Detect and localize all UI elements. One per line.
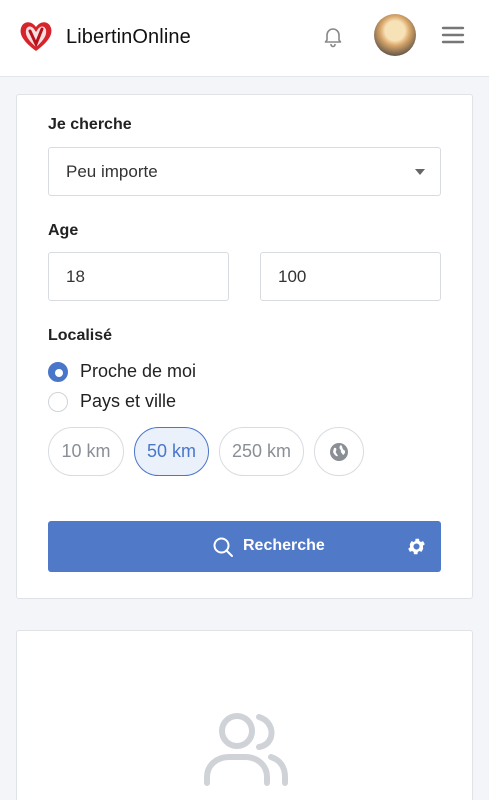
distance-250km[interactable]: 250 km xyxy=(219,427,304,476)
age-label: Age xyxy=(48,222,79,239)
users-icon xyxy=(204,713,288,786)
distance-10km[interactable]: 10 km xyxy=(48,427,124,476)
seeking-select[interactable]: Peu importe xyxy=(48,147,441,196)
radio-near-me[interactable]: Proche de moi xyxy=(48,361,196,382)
results-card xyxy=(16,630,473,800)
radio-country-city-button[interactable] xyxy=(48,391,68,412)
search-button[interactable]: Recherche xyxy=(48,521,441,572)
app-header: LibertinOnline xyxy=(0,0,489,77)
seeking-select-value: Peu importe xyxy=(66,161,158,181)
age-min-value: 18 xyxy=(66,266,85,286)
bell-icon[interactable] xyxy=(321,24,345,48)
seeking-label: Je cherche xyxy=(48,116,132,133)
distance-50km[interactable]: 50 km xyxy=(134,427,209,476)
user-avatar[interactable] xyxy=(374,14,416,56)
hamburger-menu-icon[interactable] xyxy=(441,25,465,45)
chevron-down-icon xyxy=(415,169,425,175)
age-min-input[interactable]: 18 xyxy=(48,252,229,301)
brand-name[interactable]: LibertinOnline xyxy=(66,26,191,49)
location-label: Localisé xyxy=(48,327,113,344)
distance-world[interactable] xyxy=(314,427,364,476)
age-max-value: 100 xyxy=(278,266,307,286)
radio-near-me-label: Proche de moi xyxy=(80,361,197,381)
search-icon xyxy=(213,537,233,557)
heart-logo-icon[interactable] xyxy=(18,18,54,54)
radio-country-city-label: Pays et ville xyxy=(80,391,177,411)
radio-near-me-button[interactable] xyxy=(48,361,68,382)
gear-icon[interactable] xyxy=(406,536,427,557)
search-button-label: Recherche xyxy=(243,537,325,554)
age-max-input[interactable]: 100 xyxy=(260,252,441,301)
radio-country-city[interactable]: Pays et ville xyxy=(48,391,176,412)
globe-icon xyxy=(330,442,348,461)
